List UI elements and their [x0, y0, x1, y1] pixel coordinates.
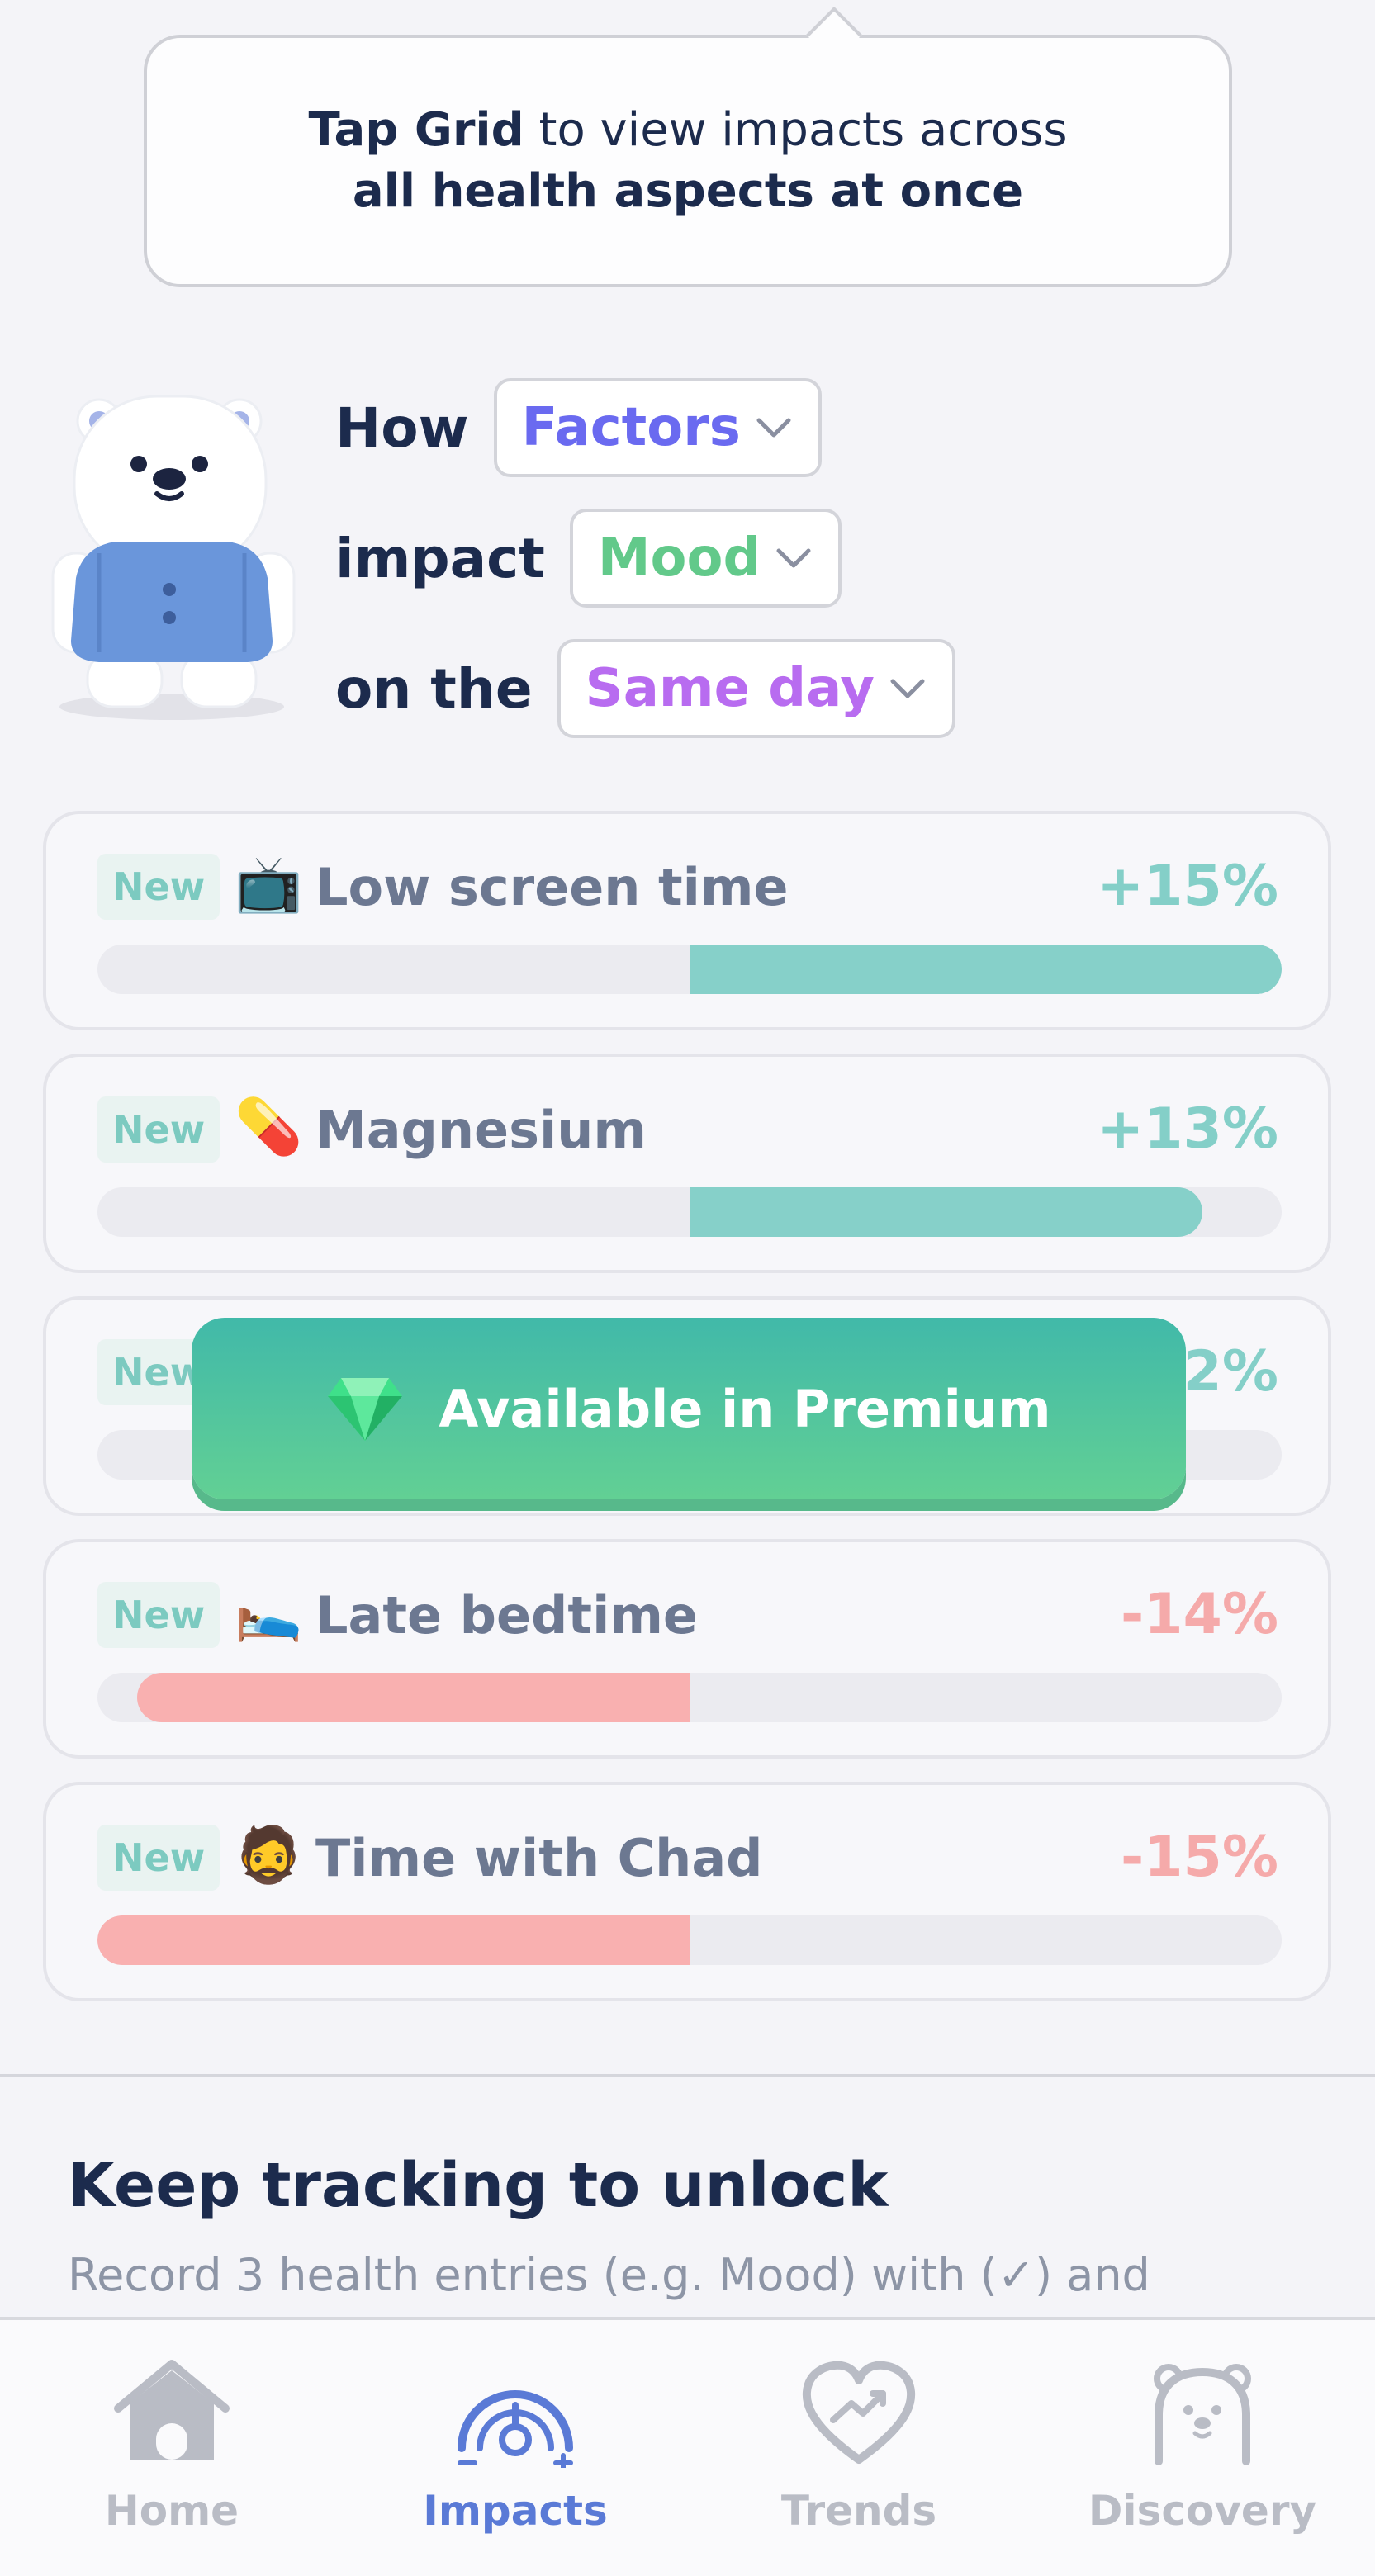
metric-dropdown-value: Mood	[597, 528, 761, 589]
impact-bar-fill	[690, 1187, 1202, 1237]
section-divider	[0, 2074, 1375, 2077]
impact-bar-track	[97, 945, 1282, 994]
factor-impact-value: -14%	[1121, 1582, 1278, 1647]
bear-face-icon	[1154, 2364, 1251, 2465]
factor-label: Time with Chad	[315, 1828, 763, 1888]
person-icon: 🧔	[235, 1823, 303, 1887]
tooltip-text-1: to view impacts across	[524, 103, 1068, 157]
query-row-metric: impact Mood	[335, 507, 842, 609]
factor-label: Magnesium	[315, 1100, 647, 1160]
factor-card[interactable]: New 🧔 Time with Chad -15%	[43, 1782, 1331, 2001]
available-in-premium-button[interactable]: Available in Premium	[192, 1318, 1186, 1499]
impact-bar-track	[97, 1187, 1282, 1237]
new-badge: New	[97, 1096, 220, 1163]
factor-card[interactable]: New 🛌 Late bedtime -14%	[43, 1539, 1331, 1759]
factors-dropdown[interactable]: Factors	[493, 378, 822, 477]
tv-icon: 📺	[235, 852, 303, 916]
pill-icon: 💊	[235, 1095, 303, 1158]
metric-dropdown[interactable]: Mood	[569, 509, 842, 608]
query-row-factors: How Factors	[335, 376, 822, 479]
impact-bar-track	[97, 1915, 1282, 1965]
nav-home-label: Home	[104, 2487, 239, 2535]
query-word-how: How	[335, 395, 469, 460]
factor-impact-value: +13%	[1097, 1096, 1278, 1162]
timing-dropdown-value: Same day	[585, 658, 875, 719]
tooltip-line-1: Tap Grid to view impacts across	[309, 100, 1068, 161]
timing-dropdown[interactable]: Same day	[557, 639, 956, 738]
chevron-down-icon	[756, 418, 791, 438]
factor-label: Low screen time	[315, 857, 789, 917]
factor-label: Late bedtime	[315, 1585, 698, 1646]
nav-discovery-label: Discovery	[1088, 2487, 1317, 2535]
query-row-timing: on the Same day	[335, 637, 956, 740]
bear-mascot	[50, 388, 297, 727]
nav-discovery[interactable]: Discovery	[1031, 2320, 1374, 2576]
gem-icon	[328, 1378, 403, 1441]
tooltip-line-2: all health aspects at once	[353, 161, 1023, 222]
new-badge: New	[97, 1825, 220, 1891]
factor-card[interactable]: New 📺 Low screen time +15%	[43, 811, 1331, 1030]
trends-heart-icon	[802, 2361, 916, 2464]
impact-bar-fill	[137, 1673, 690, 1722]
chevron-down-icon	[776, 548, 811, 568]
tooltip-bold-grid: Tap Grid	[308, 103, 524, 157]
grid-hint-tooltip: Tap Grid to view impacts across all heal…	[144, 7, 1232, 287]
nav-impacts-label: Impacts	[423, 2487, 608, 2535]
nav-trends-label: Trends	[780, 2487, 937, 2535]
home-icon	[114, 2360, 230, 2460]
impact-bar-track	[97, 1673, 1282, 1722]
factor-impact-value: 2%	[1183, 1339, 1278, 1404]
tooltip-bold-2: all health aspects at once	[352, 164, 1024, 218]
nav-home[interactable]: Home	[0, 2320, 344, 2576]
impact-bar-fill	[690, 945, 1282, 994]
bottom-nav: Home Impacts Trends Discovery	[0, 2317, 1375, 2576]
unlock-description: Record 3 health entries (e.g. Mood) with…	[68, 2249, 1150, 2301]
bed-icon: 🛌	[235, 1580, 303, 1644]
chevron-down-icon	[890, 679, 925, 698]
unlock-title: Keep tracking to unlock	[68, 2150, 889, 2221]
factors-dropdown-value: Factors	[521, 397, 741, 458]
new-badge: New	[97, 854, 220, 920]
factor-impact-value: -15%	[1121, 1825, 1278, 1890]
tooltip-caret	[806, 7, 862, 63]
query-word-on-the: on the	[335, 656, 533, 721]
factor-impact-value: +15%	[1097, 854, 1278, 919]
impacts-gauge-icon	[458, 2390, 573, 2468]
impact-bar-fill	[97, 1915, 690, 1965]
nav-impacts[interactable]: Impacts	[344, 2320, 687, 2576]
query-word-impact: impact	[335, 526, 545, 590]
nav-trends[interactable]: Trends	[687, 2320, 1031, 2576]
premium-label: Available in Premium	[439, 1378, 1051, 1439]
factor-card[interactable]: New 💊 Magnesium +13%	[43, 1054, 1331, 1273]
new-badge: New	[97, 1582, 220, 1648]
